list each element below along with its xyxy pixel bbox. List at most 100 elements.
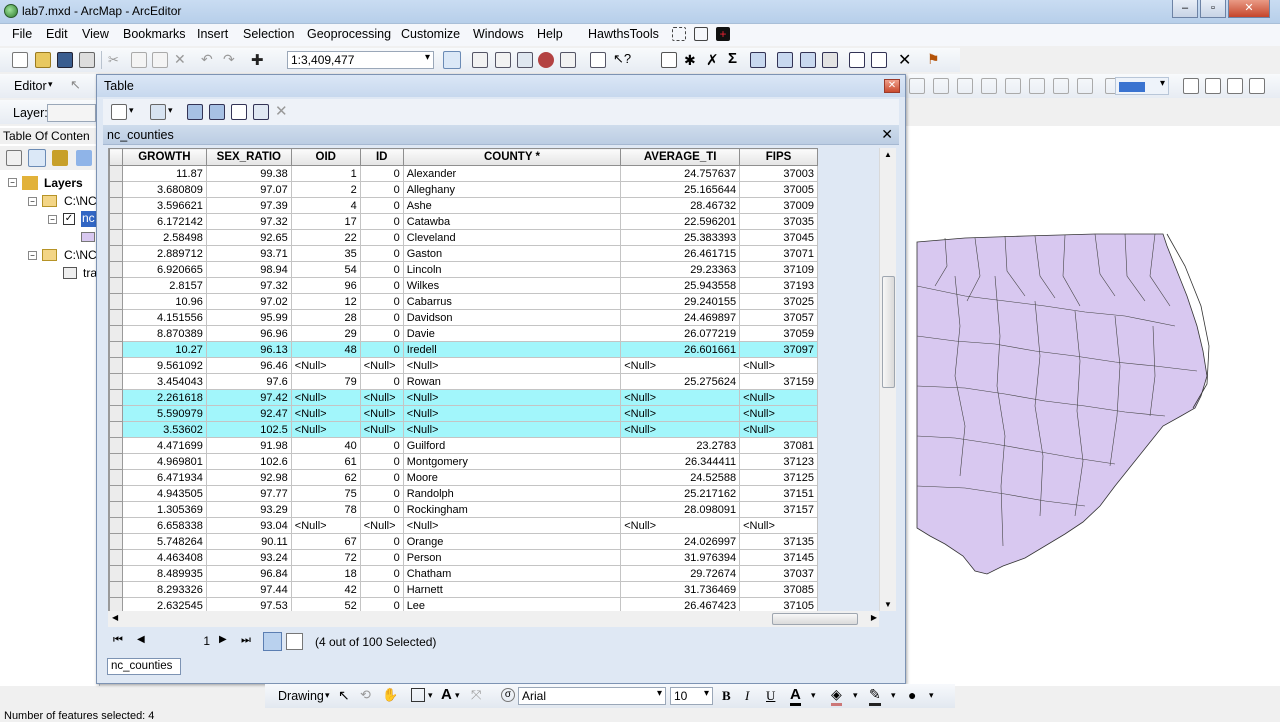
table-cell[interactable]: 25.383393: [620, 229, 741, 246]
table-cell[interactable]: 37009: [739, 197, 818, 214]
table-cell[interactable]: 96.13: [205, 341, 292, 358]
table-cell[interactable]: 54: [290, 261, 361, 278]
table-window-close-button[interactable]: ✕: [884, 79, 900, 93]
table-row[interactable]: 6.471934 92.98 62 0 Moore 24.52588 37125: [109, 469, 818, 486]
menu-edit[interactable]: Edit: [46, 27, 68, 41]
table-cell[interactable]: 72: [290, 549, 361, 566]
table-cell[interactable]: <Null>: [290, 421, 361, 438]
table-cell[interactable]: 25.275624: [620, 373, 741, 390]
print-icon[interactable]: [79, 52, 95, 68]
table-cell[interactable]: 6.658338: [121, 517, 207, 534]
table-row[interactable]: 3.454043 97.6 79 0 Rowan 25.275624 37159: [109, 373, 818, 390]
table-options-dropdown-arrow[interactable]: ▾: [129, 105, 134, 116]
select-frame-icon[interactable]: [672, 27, 686, 41]
table-row[interactable]: 9.561092 96.46 <Null> <Null> <Null> <Null> <Nu…: [109, 357, 818, 374]
rotate-tool-icon[interactable]: [1005, 78, 1021, 94]
table-cell[interactable]: 78: [290, 501, 361, 518]
field-calculator-icon[interactable]: ✱: [684, 52, 700, 68]
layer-dropdown[interactable]: [47, 104, 96, 122]
table-cell[interactable]: 28: [290, 309, 361, 326]
table-icon[interactable]: [661, 52, 677, 68]
hawths-crosshair-icon[interactable]: +: [716, 27, 730, 41]
table-cell[interactable]: 37123: [739, 453, 818, 470]
row-selector[interactable]: [109, 293, 123, 310]
table-cell[interactable]: 0: [359, 565, 404, 582]
table-cell[interactable]: 37097: [739, 341, 818, 358]
table-cell[interactable]: 102.6: [205, 453, 292, 470]
italic-button[interactable]: I: [745, 688, 749, 704]
row-selector[interactable]: [109, 549, 123, 566]
table-row[interactable]: 3.596621 97.39 4 0 Ashe 28.46732 37009: [109, 197, 818, 214]
table-cell[interactable]: 8.293326: [121, 581, 207, 598]
table-cell[interactable]: <Null>: [739, 357, 818, 374]
table-row[interactable]: 2.889712 93.71 35 0 Gaston 26.461715 37071: [109, 245, 818, 262]
table-cell[interactable]: 97.32: [205, 277, 292, 294]
table-cell[interactable]: 8.870389: [121, 325, 207, 342]
table-cell[interactable]: 97.53: [205, 597, 292, 611]
table-cell[interactable]: 35: [290, 245, 361, 262]
table-cell[interactable]: 28.46732: [620, 197, 741, 214]
switch-selection-icon[interactable]: [871, 52, 887, 68]
table-cell[interactable]: 8.489935: [121, 565, 207, 582]
table-cell[interactable]: 26.467423: [620, 597, 741, 611]
layer-visibility-checkbox[interactable]: ✓: [63, 213, 75, 225]
table-cell[interactable]: 26.461715: [620, 245, 741, 262]
table-cell[interactable]: <Null>: [290, 357, 361, 374]
sketch-properties-icon[interactable]: [1053, 78, 1069, 94]
table-cell[interactable]: Montgomery: [402, 453, 622, 470]
table-cell[interactable]: 3.596621: [121, 197, 207, 214]
row-selector[interactable]: [109, 405, 123, 422]
table-cell[interactable]: 42: [290, 581, 361, 598]
table-cell[interactable]: 24.52588: [620, 469, 741, 486]
table-cell[interactable]: <Null>: [402, 517, 622, 534]
table-cell[interactable]: 10.27: [121, 341, 207, 358]
table-cell[interactable]: 99.38: [205, 165, 292, 182]
row-selector-header[interactable]: [109, 148, 123, 166]
table-cell[interactable]: 29.23363: [620, 261, 741, 278]
table-row[interactable]: 2.632545 97.53 52 0 Lee 26.467423 37105: [109, 597, 818, 611]
maximize-button[interactable]: ▫: [1200, 0, 1226, 18]
row-selector[interactable]: [109, 373, 123, 390]
cut-icon[interactable]: ✂: [108, 52, 124, 68]
table-cell[interactable]: Randolph: [402, 485, 622, 502]
hawths-tool-icon[interactable]: [694, 27, 708, 41]
table-cell[interactable]: 24.469897: [620, 309, 741, 326]
table-row[interactable]: 2.261618 97.42 <Null> <Null> <Null> <Null> <Nu…: [109, 389, 818, 406]
table-cell[interactable]: 0: [359, 597, 404, 611]
table-cell[interactable]: 29.72674: [620, 565, 741, 582]
table-row[interactable]: 4.151556 95.99 28 0 Davidson 24.469897 37057: [109, 309, 818, 326]
select-by-location-icon[interactable]: [800, 52, 816, 68]
table-cell[interactable]: 4.151556: [121, 309, 207, 326]
table-cell[interactable]: 28.098091: [620, 501, 741, 518]
row-selector[interactable]: [109, 485, 123, 502]
table-cell[interactable]: 2.889712: [121, 245, 207, 262]
table-cell[interactable]: Chatham: [402, 565, 622, 582]
layer-extent-dropdown[interactable]: [1115, 77, 1169, 95]
data-view-icon[interactable]: [1205, 78, 1221, 94]
switch-selection-icon[interactable]: [209, 104, 225, 120]
table-cell[interactable]: 0: [359, 261, 404, 278]
table-cell[interactable]: 93.71: [205, 245, 292, 262]
table-cell[interactable]: <Null>: [620, 517, 741, 534]
marker-color-icon[interactable]: ●: [908, 687, 916, 703]
table-cell[interactable]: Moore: [402, 469, 622, 486]
fill-color-icon[interactable]: ◈: [831, 686, 842, 706]
show-all-records-icon[interactable]: [263, 632, 282, 651]
underline-button[interactable]: U: [766, 688, 775, 704]
table-row[interactable]: 6.172142 97.32 17 0 Catawba 22.596201 37035: [109, 213, 818, 230]
clear-selection-icon[interactable]: [822, 52, 838, 68]
table-cell[interactable]: <Null>: [739, 389, 818, 406]
toc-source-path[interactable]: C:\NC: [64, 194, 97, 208]
map-display[interactable]: [905, 126, 1280, 686]
table-cell[interactable]: 37003: [739, 165, 818, 182]
table-cell[interactable]: 91.98: [205, 437, 292, 454]
table-cell[interactable]: <Null>: [620, 357, 741, 374]
row-selector[interactable]: [109, 261, 123, 278]
drawing-dropdown-arrow[interactable]: ▾: [325, 690, 330, 701]
table-cell[interactable]: 12: [290, 293, 361, 310]
font-dropdown[interactable]: Arial: [518, 687, 666, 705]
table-cell[interactable]: 37081: [739, 437, 818, 454]
table-cell[interactable]: 24.757637: [620, 165, 741, 182]
table-cell[interactable]: 37057: [739, 309, 818, 326]
menu-geoprocessing[interactable]: Geoprocessing: [307, 27, 391, 41]
